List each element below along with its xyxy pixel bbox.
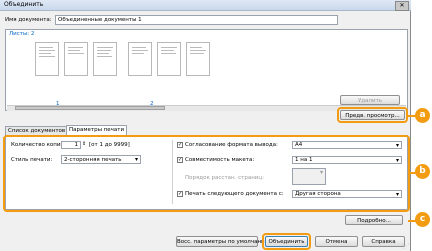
callout-highlight-a [337, 107, 408, 123]
callout-a-badge: a [415, 108, 430, 123]
callout-c-badge: c [415, 212, 430, 227]
sheets-label: Листы: 2 [9, 31, 35, 37]
close-button[interactable]: ✕ [395, 1, 409, 11]
help-button[interactable]: Справка [362, 236, 405, 247]
page-thumbnail[interactable] [93, 42, 117, 76]
window-title: Объединить [4, 1, 44, 8]
doc-name-input[interactable]: Объединенные документы 1 [55, 15, 338, 25]
page-thumbnail[interactable] [64, 42, 88, 76]
scrollbar-thumb[interactable] [15, 106, 165, 110]
restore-defaults-button[interactable]: Восс. параметры по умолчанию [176, 236, 269, 247]
doc-name-label: Имя документа: [5, 17, 52, 23]
merge-dialog: Объединить ✕ Имя документа: Объединенные… [0, 0, 411, 251]
resize-grip-icon[interactable]: ⋰ [403, 244, 409, 250]
callout-b-badge: b [415, 164, 430, 179]
delete-button[interactable]: Удалить [340, 95, 400, 105]
cancel-button[interactable]: Отмена [315, 236, 358, 247]
page-thumbnail[interactable] [157, 42, 181, 76]
tab-print-settings[interactable]: Параметры печати [66, 125, 128, 135]
details-button[interactable]: Подробно... [345, 215, 403, 225]
callout-highlight-b [3, 135, 410, 212]
callout-highlight-c [262, 233, 311, 250]
page-thumbnail[interactable] [35, 42, 59, 76]
tab-document-list[interactable]: Список документов [5, 126, 69, 135]
page-thumbnail[interactable] [186, 42, 210, 76]
title-bar: Объединить ✕ [0, 0, 411, 11]
page-thumbnail[interactable] [128, 42, 152, 76]
